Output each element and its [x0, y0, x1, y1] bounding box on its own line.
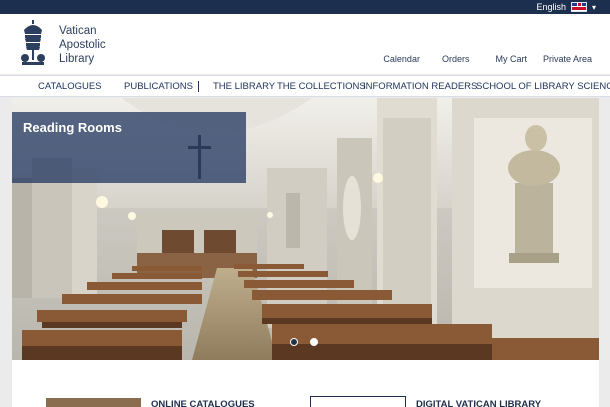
slide-dot-2[interactable]	[310, 338, 318, 346]
calendar-link[interactable]: Calendar	[383, 54, 420, 64]
slide-dot-1[interactable]	[290, 338, 298, 346]
digital-library-logo-box[interactable]	[310, 396, 406, 407]
nav-information-readers[interactable]: INFORMATION READERS	[363, 81, 477, 92]
brand-line-2[interactable]: Apostolic	[59, 38, 106, 52]
brand-name[interactable]: Vatican Apostolic Library	[59, 24, 106, 66]
brand-line-3[interactable]: Library	[59, 52, 106, 66]
nav-the-collections[interactable]: THE COLLECTIONS	[277, 81, 366, 92]
private-area-link[interactable]: Private Area	[543, 54, 592, 64]
nav-divider	[198, 81, 199, 92]
catalogues-thumbnail[interactable]	[46, 398, 141, 407]
content-panel: ONLINE CATALOGUES DIGITAL VATICAN LIBRAR…	[12, 360, 599, 407]
utility-nav: Calendar Orders My Cart Private Area	[383, 54, 592, 64]
hero-slideshow[interactable]: Reading Rooms	[12, 98, 599, 360]
language-selector[interactable]: English ▾	[536, 0, 596, 14]
chevron-down-icon[interactable]: ▾	[592, 3, 596, 12]
slideshow-pagination	[290, 338, 318, 346]
vatican-library-logo[interactable]	[16, 20, 50, 68]
digital-vatican-library-title[interactable]: DIGITAL VATICAN LIBRARY	[416, 399, 541, 407]
uk-flag-icon[interactable]	[570, 2, 587, 12]
nav-the-library[interactable]: THE LIBRARY	[213, 81, 275, 92]
top-bar: English ▾	[0, 0, 610, 14]
my-cart-link[interactable]: My Cart	[495, 54, 527, 64]
main-nav: CATALOGUES PUBLICATIONS THE LIBRARY THE …	[0, 75, 610, 97]
site-header: Vatican Apostolic Library Calendar Order…	[0, 14, 610, 74]
nav-publications[interactable]: PUBLICATIONS	[124, 81, 193, 92]
brand-line-1[interactable]: Vatican	[59, 24, 106, 38]
slide-caption: Reading Rooms	[12, 112, 246, 183]
nav-school-of-library-science[interactable]: SCHOOL OF LIBRARY SCIENCE	[476, 81, 610, 92]
orders-link[interactable]: Orders	[442, 54, 470, 64]
slide-caption-title: Reading Rooms	[23, 120, 122, 135]
online-catalogues-title[interactable]: ONLINE CATALOGUES	[151, 399, 255, 407]
nav-catalogues[interactable]: CATALOGUES	[38, 81, 102, 92]
language-label[interactable]: English	[536, 2, 566, 12]
